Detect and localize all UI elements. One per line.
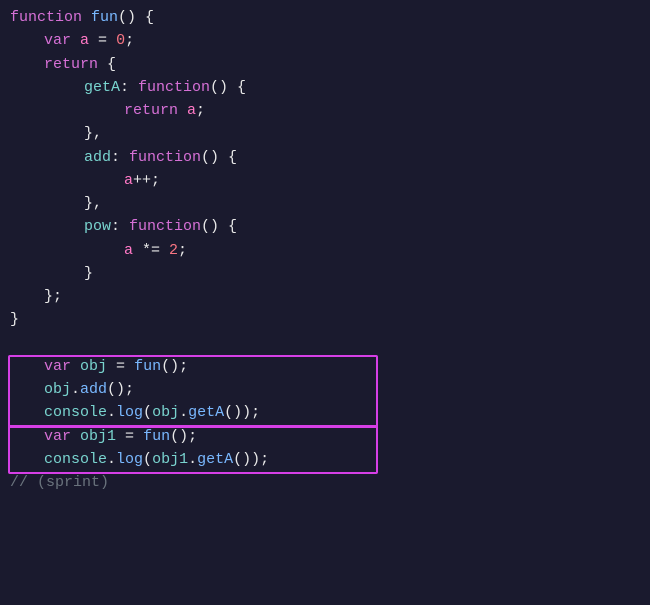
code-line-10: pow: function() { [0,215,650,238]
code-line-16: var obj = fun(); [0,355,650,378]
code-line-14: } [0,308,650,331]
code-line-15 [0,332,650,355]
code-line-12: } [0,262,650,285]
code-line-9: }, [0,192,650,215]
code-line-6: }, [0,122,650,145]
code-line-7: add: function() { [0,146,650,169]
keyword-function: function [10,6,82,29]
code-line-17: obj.add(); [0,378,650,401]
code-line-11: a *= 2; [0,239,650,262]
code-line-21: // (sprint) [0,471,650,494]
code-line-8: a++; [0,169,650,192]
code-line-2: var a = 0; [0,29,650,52]
code-line-1: function fun() { [0,6,650,29]
code-line-4: getA: function() { [0,76,650,99]
code-line-20: console.log(obj1.getA()); [0,448,650,471]
code-line-3: return { [0,53,650,76]
code-line-18: console.log(obj.getA()); [0,401,650,424]
code-line-5: return a; [0,99,650,122]
code-editor: function fun() { var a = 0; return { get… [0,0,650,605]
code-line-13: }; [0,285,650,308]
code-line-19: var obj1 = fun(); [0,425,650,448]
